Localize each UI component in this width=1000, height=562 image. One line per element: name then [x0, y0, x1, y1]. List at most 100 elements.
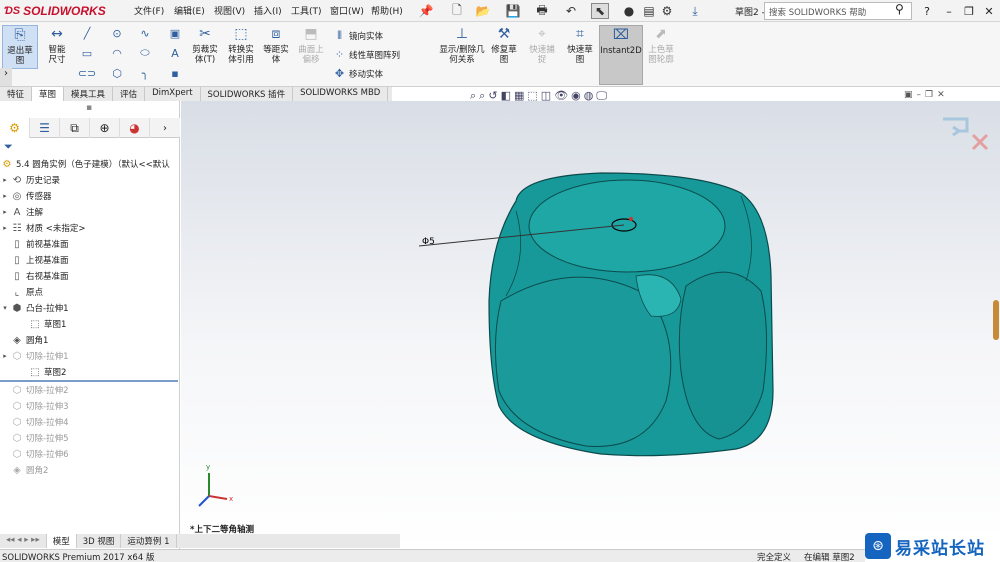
help-button[interactable]: ?: [918, 2, 936, 20]
trim-entities-button[interactable]: ✂ 剪裁实体(T): [188, 25, 222, 65]
tree-item[interactable]: ⬡ 切除-拉伸5: [0, 430, 69, 446]
circle-icon[interactable]: ⊙: [110, 26, 124, 40]
menu-help[interactable]: 帮助(H): [371, 4, 403, 17]
repair-sketch-button[interactable]: ⚒ 修复草图: [488, 25, 520, 65]
expand-arrow-icon[interactable]: ▸: [0, 192, 10, 200]
select-icon[interactable]: ⬉: [591, 3, 609, 19]
minimize-button[interactable]: –: [940, 2, 958, 20]
line-icon[interactable]: ╱: [80, 26, 94, 40]
tab-mold-tools[interactable]: 模具工具: [64, 87, 114, 101]
diameter-dimension[interactable]: Φ5: [422, 237, 435, 247]
exit-sketch-button[interactable]: ⎘ 退出草图: [2, 25, 38, 69]
plane-sketch-icon[interactable]: ▣: [168, 26, 182, 40]
tree-item[interactable]: ⬡ 切除-拉伸2: [0, 382, 69, 398]
tree-root[interactable]: ⚙ 5.4 圆角实例（色子建模）（默认<<默认: [0, 156, 170, 172]
expand-arrow-icon[interactable]: ▸: [0, 224, 10, 232]
spline-icon[interactable]: ∿: [138, 26, 152, 40]
tree-item[interactable]: ⬚ 草图2: [18, 364, 66, 380]
rapid-sketch-button[interactable]: ⌗ 快速草图: [564, 25, 596, 65]
convert-entities-button[interactable]: ⬚ 转换实体引用: [224, 25, 258, 65]
arc-icon[interactable]: ◠: [110, 46, 124, 60]
polygon-icon[interactable]: ⬡: [110, 66, 124, 80]
menu-insert[interactable]: 插入(I): [254, 4, 282, 17]
tree-item[interactable]: ▸ ◎ 传感器: [0, 188, 51, 204]
print-icon[interactable]: 🖶: [533, 3, 551, 19]
rebuild-icon[interactable]: ⤓: [686, 3, 704, 19]
menu-view[interactable]: 视图(V): [214, 4, 245, 17]
expand-arrow-icon[interactable]: ▸: [0, 352, 10, 360]
move-entities-button[interactable]: ✥ 移动实体: [333, 67, 383, 80]
feature-manager-tab-icon[interactable]: ⚙: [0, 118, 30, 138]
fillet-sketch-icon[interactable]: ╮: [138, 66, 152, 80]
tab-model[interactable]: 模型: [46, 534, 77, 548]
expand-arrow-icon[interactable]: ▾: [0, 304, 10, 312]
tree-item[interactable]: ▸ A 注解: [0, 204, 43, 220]
slot-icon[interactable]: ⊂⊃: [78, 66, 96, 80]
viewport-scroll-handle[interactable]: [993, 300, 999, 340]
tree-item[interactable]: ◈ 圆角2: [0, 462, 48, 478]
viewport-restore-icon[interactable]: ❐: [925, 90, 933, 100]
quick-snaps-button[interactable]: ⌖ 快速捕捉: [526, 25, 558, 65]
close-button[interactable]: ✕: [980, 2, 998, 20]
configuration-manager-tab-icon[interactable]: ⧉: [60, 118, 90, 138]
traffic-light-icon[interactable]: ●: [620, 3, 638, 19]
tree-item[interactable]: ⬡ 切除-拉伸3: [0, 398, 69, 414]
tree-item[interactable]: ▯ 右视基准面: [0, 268, 68, 284]
tab-nav-arrows-icon[interactable]: ◂◂ ◂ ▸ ▸▸: [0, 534, 47, 548]
expand-arrow-icon[interactable]: ▸: [0, 208, 10, 216]
tab-sketch[interactable]: 草图: [32, 87, 65, 101]
display-delete-relations-button[interactable]: ⊥ 显示/删除几何关系: [438, 25, 486, 65]
mirror-entities-button[interactable]: ⫴ 镜向实体: [333, 29, 383, 43]
tab-dimxpert[interactable]: DimXpert: [145, 87, 201, 101]
tree-item[interactable]: ▾ ⬢ 凸台-拉伸1: [0, 300, 68, 316]
search-input[interactable]: 搜索 SOLIDWORKS 帮助: [764, 2, 912, 20]
dimxpert-manager-tab-icon[interactable]: ⊕: [90, 118, 120, 138]
viewport-expand-icon[interactable]: ▣: [904, 90, 913, 100]
tree-item[interactable]: ⌞ 原点: [0, 284, 43, 300]
property-manager-tab-icon[interactable]: ☰: [30, 118, 60, 138]
model-view[interactable]: Φ5 y x: [181, 101, 1000, 549]
tab-3d-view[interactable]: 3D 视图: [77, 534, 122, 548]
confirmation-corner[interactable]: [943, 117, 989, 151]
solidworks-logo[interactable]: ƊS SOLIDWORKS: [4, 3, 106, 19]
restore-button[interactable]: ❐: [960, 2, 978, 20]
point-icon[interactable]: ▪: [168, 66, 182, 80]
display-manager-tab-icon[interactable]: ◕: [120, 118, 150, 138]
tree-item[interactable]: ▸ ☷ 材质 <未指定>: [0, 220, 85, 236]
shaded-sketch-contours-button[interactable]: ⬈ 上色草图轮廓: [645, 25, 677, 65]
tree-item[interactable]: ▯ 前视基准面: [0, 236, 68, 252]
smart-dimension-button[interactable]: ↔ 智能尺寸: [40, 25, 74, 65]
tab-solidworks-mbd[interactable]: SOLIDWORKS MBD: [293, 87, 389, 101]
tree-item[interactable]: ⬚ 草图1: [18, 316, 66, 332]
viewport-close-icon[interactable]: ✕: [937, 90, 945, 100]
linear-pattern-button[interactable]: ⁘ 线性草图阵列: [333, 48, 400, 61]
options-gear-icon[interactable]: ⚙: [658, 3, 676, 19]
panel-grip-icon[interactable]: ▪: [86, 103, 92, 113]
pin-icon[interactable]: 📌: [417, 3, 435, 19]
ellipse-icon[interactable]: ⬭: [138, 46, 152, 60]
expand-arrow-icon[interactable]: ›: [0, 68, 12, 86]
tree-item[interactable]: ⬡ 切除-拉伸6: [0, 446, 69, 462]
open-icon[interactable]: 📂: [474, 3, 492, 19]
tree-item[interactable]: ◈ 圆角1: [0, 332, 48, 348]
tree-item[interactable]: ▸ ⟲ 历史记录: [0, 172, 60, 188]
rectangle-icon[interactable]: ▭: [80, 46, 94, 60]
tab-evaluate[interactable]: 评估: [113, 87, 146, 101]
tab-solidworks-addins[interactable]: SOLIDWORKS 插件: [201, 87, 294, 101]
offset-on-surface-button[interactable]: ⬒ 曲面上偏移: [295, 25, 327, 65]
tab-motion-study[interactable]: 运动算例 1: [121, 534, 177, 548]
search-icon[interactable]: ⚲: [895, 2, 904, 16]
tree-item[interactable]: ⬡ 切除-拉伸4: [0, 414, 69, 430]
filter-icon[interactable]: ⏷: [4, 140, 13, 154]
menu-edit[interactable]: 编辑(E): [174, 4, 205, 17]
menu-file[interactable]: 文件(F): [134, 4, 164, 17]
expand-arrow-icon[interactable]: ▸: [0, 176, 10, 184]
viewport-minimize-icon[interactable]: –: [917, 90, 922, 100]
save-icon[interactable]: 💾: [504, 3, 522, 19]
instant2d-button[interactable]: ⌧ Instant2D: [599, 25, 643, 85]
tab-features[interactable]: 特征: [0, 87, 33, 101]
text-icon[interactable]: A: [168, 46, 182, 60]
undo-icon[interactable]: ↶: [562, 3, 580, 19]
tree-item[interactable]: ▸ ⬡ 切除-拉伸1: [0, 348, 68, 364]
new-document-icon[interactable]: 🗋: [448, 3, 466, 19]
